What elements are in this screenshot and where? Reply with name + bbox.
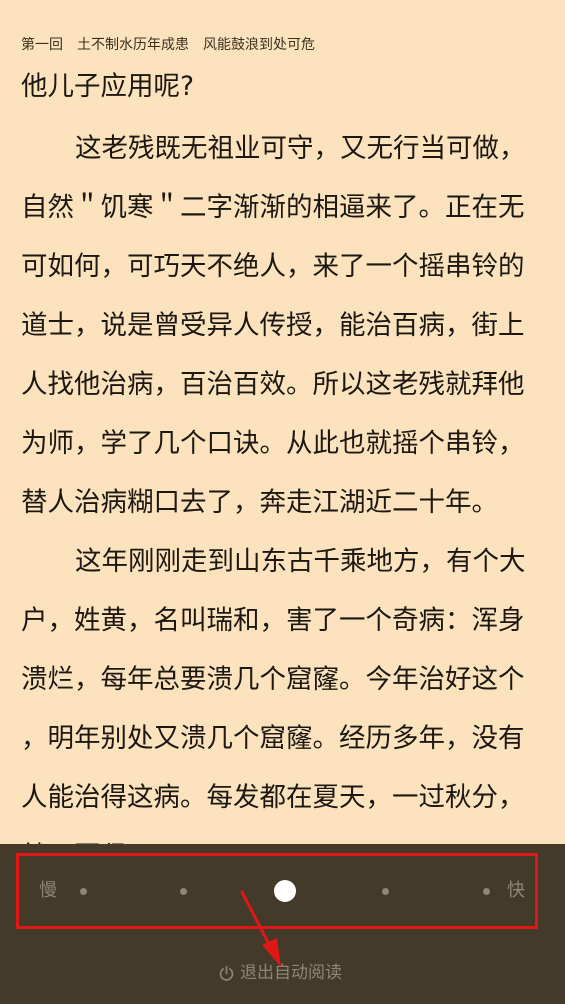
text-line: ，明年别处又溃几个窟窿。经历多年，没有: [21, 723, 525, 754]
text-line: 为师，学了几个口诀。从此也就摇个串铃，: [21, 428, 525, 459]
text-line: 户，姓黄，名叫瑞和，害了一个奇病：浑身: [21, 605, 525, 636]
speed-step-dot[interactable]: [482, 888, 490, 895]
exit-auto-read-label: 退出自动阅读: [240, 963, 342, 983]
speed-selector: 慢 快: [16, 853, 538, 929]
power-icon: [218, 965, 235, 982]
text-line: 他儿子应用呢?: [21, 71, 195, 102]
speed-step-dot[interactable]: [381, 888, 389, 895]
speed-slider[interactable]: [19, 856, 535, 926]
auto-read-panel: 慢 快 退出自动阅读: [0, 844, 565, 1004]
text-line: 溃烂，每年总要溃几个窟窿。今年治好这个: [21, 664, 525, 695]
speed-step-dot[interactable]: [180, 888, 188, 895]
text-line: 自然＂饥寒＂二字渐渐的相逼来了。正在无: [21, 192, 525, 223]
text-line: 人找他治病，百治百效。所以这老残就拜他: [21, 369, 525, 400]
text-line: 可如何，可巧天不绝人，来了一个摇串铃的: [21, 251, 525, 282]
text-line: 道士，说是曾受异人传授，能治百病，街上: [21, 310, 525, 341]
text-line: 人能治得这病。每发都在夏天，一过秋分，: [21, 782, 525, 813]
speed-step-dot[interactable]: [79, 888, 87, 895]
speed-fast-label: 快: [507, 880, 525, 901]
text-line: 这年刚刚走到山东古千乘地方，有个大: [75, 546, 526, 577]
speed-knob[interactable]: [273, 880, 296, 902]
text-line: 这老残既无祖业可守，又无行当可做，: [75, 133, 526, 164]
exit-auto-read-button[interactable]: 退出自动阅读: [218, 961, 342, 985]
text-line: 就不要紧了。: [21, 827, 547, 845]
reader-content[interactable]: 他儿子应用呢? 这老残既无祖业可守，又无行当可做， 自然＂饥寒＂二字渐渐的相逼来…: [21, 55, 547, 845]
chapter-title: 第一回 土不制水历年成患 风能鼓浪到处可危: [21, 37, 315, 53]
text-line: 替人治病糊口去了，奔走江湖近二十年。: [21, 487, 498, 518]
